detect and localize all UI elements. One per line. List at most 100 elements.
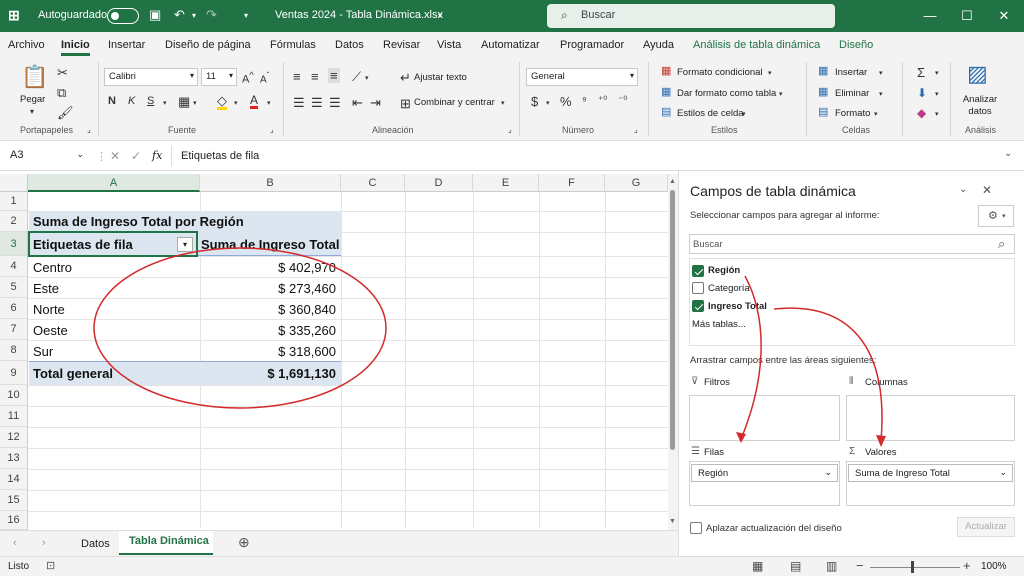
zoom-in-icon[interactable]: +: [963, 558, 971, 573]
save-icon[interactable]: ▣: [149, 7, 161, 23]
select-all-corner[interactable]: [0, 174, 28, 192]
fill-icon[interactable]: ⬇: [917, 87, 927, 99]
align-center-icon[interactable]: ☰: [311, 96, 323, 109]
chevron-down-icon[interactable]: ▾: [546, 100, 550, 107]
rows-field-pill[interactable]: Región ⌄: [691, 464, 838, 482]
scrollbar-thumb[interactable]: [670, 190, 675, 450]
tab-diseno-pagina[interactable]: Diseño de página: [165, 39, 251, 51]
column-header[interactable]: E: [473, 174, 539, 192]
decrease-decimal-icon[interactable]: ⁻⁰: [618, 96, 627, 106]
page-break-icon[interactable]: ▥: [826, 559, 837, 573]
search-box[interactable]: ⌕ Buscar: [547, 4, 835, 28]
font-size-select[interactable]: 11 ▾: [201, 68, 237, 86]
row-header[interactable]: 9: [0, 361, 28, 385]
chevron-down-icon[interactable]: ▾: [267, 100, 271, 107]
row-header[interactable]: 6: [0, 298, 28, 319]
rows-drop-area[interactable]: Región ⌄: [689, 461, 840, 506]
row-header[interactable]: 16: [0, 511, 28, 530]
close-icon[interactable]: ✕: [994, 8, 1014, 24]
vertical-scrollbar[interactable]: ▲ ▼: [668, 174, 678, 530]
comma-style-icon[interactable]: ⁹: [582, 96, 587, 107]
chevron-down-icon[interactable]: ▾: [879, 91, 883, 98]
align-top-icon[interactable]: ≡: [293, 70, 301, 83]
title-dropdown-icon[interactable]: ▾: [438, 11, 442, 20]
normal-view-icon[interactable]: ▦: [752, 559, 763, 573]
tab-diseno[interactable]: Diseño: [839, 39, 873, 51]
row-header[interactable]: 10: [0, 385, 28, 406]
font-launcher-icon[interactable]: ⌟: [270, 126, 274, 134]
column-header[interactable]: G: [605, 174, 668, 192]
row-header[interactable]: 15: [0, 490, 28, 511]
chevron-down-icon[interactable]: ▾: [779, 91, 783, 98]
analyze-data-icon[interactable]: ▨: [967, 63, 988, 85]
row-header[interactable]: 13: [0, 448, 28, 469]
fill-color-icon[interactable]: ◇: [217, 94, 227, 110]
percent-button[interactable]: %: [560, 95, 572, 108]
update-button[interactable]: Actualizar: [957, 517, 1015, 537]
scroll-down-icon[interactable]: ▼: [669, 518, 676, 525]
tab-revisar[interactable]: Revisar: [383, 39, 420, 51]
column-header[interactable]: C: [341, 174, 405, 192]
shrink-font-icon[interactable]: Aˇ: [260, 71, 269, 85]
conditional-format-button[interactable]: Formato condicional: [677, 67, 763, 78]
format-as-table-button[interactable]: Dar formato como tabla: [677, 88, 776, 99]
pivot-row-label[interactable]: Sur: [33, 344, 53, 359]
undo-dropdown-icon[interactable]: ▾: [192, 11, 196, 20]
paste-icon[interactable]: 📋: [21, 66, 48, 88]
merge-center-icon[interactable]: ⊞: [400, 97, 411, 110]
column-header[interactable]: F: [539, 174, 605, 192]
active-sheet-tab[interactable]: Tabla Dinámica: [119, 531, 213, 555]
undo-icon[interactable]: ↶: [174, 7, 185, 23]
spreadsheet-grid[interactable]: A B C D E F G 1 2 3 4 5 6 7 8 9 10 11 12…: [0, 174, 678, 530]
italic-button[interactable]: K: [128, 96, 135, 107]
cut-icon[interactable]: ✂: [57, 66, 68, 79]
borders-icon[interactable]: ▦: [178, 95, 190, 108]
format-cells-icon[interactable]: ▤: [818, 107, 828, 118]
tab-insertar[interactable]: Insertar: [108, 39, 145, 51]
tab-vista[interactable]: Vista: [437, 39, 461, 51]
cell-styles-button[interactable]: Estilos de celda: [677, 108, 744, 119]
maximize-icon[interactable]: ☐: [957, 8, 977, 24]
zoom-level[interactable]: 100%: [981, 561, 1007, 572]
pivot-row-label[interactable]: Norte: [33, 302, 65, 317]
number-format-select[interactable]: General ▾: [526, 68, 638, 86]
formula-content[interactable]: Etiquetas de fila: [181, 150, 259, 162]
customize-qat-icon[interactable]: ▾: [244, 11, 248, 20]
paste-label[interactable]: Pegar: [20, 94, 45, 105]
increase-indent-icon[interactable]: ⇥: [370, 96, 381, 109]
row-header[interactable]: 12: [0, 427, 28, 448]
add-sheet-icon[interactable]: ⊕: [238, 534, 250, 551]
conditional-format-icon[interactable]: ▦: [661, 66, 671, 77]
alignment-launcher-icon[interactable]: ⌟: [508, 126, 512, 134]
name-box[interactable]: A3 ⌄: [4, 146, 88, 166]
align-left-icon[interactable]: ☰: [293, 96, 305, 109]
redo-icon[interactable]: ↷: [206, 7, 217, 23]
tab-formulas[interactable]: Fórmulas: [270, 39, 316, 51]
minimize-icon[interactable]: —: [920, 8, 940, 23]
font-name-select[interactable]: Calibri ▾: [104, 68, 198, 86]
tab-automatizar[interactable]: Automatizar: [481, 39, 540, 51]
column-header[interactable]: B: [200, 174, 341, 192]
tab-ayuda[interactable]: Ayuda: [643, 39, 674, 51]
format-cells-button[interactable]: Formato: [835, 108, 870, 119]
row-header[interactable]: 1: [0, 192, 28, 211]
insert-cells-button[interactable]: Insertar: [835, 67, 867, 78]
chevron-down-icon[interactable]: ▾: [742, 111, 746, 118]
pivot-title[interactable]: Suma de Ingreso Total por Región: [33, 214, 244, 229]
chevron-down-icon[interactable]: ▾: [768, 70, 772, 77]
row-header[interactable]: 7: [0, 319, 28, 340]
autosave-toggle[interactable]: [107, 8, 139, 24]
values-drop-area[interactable]: Suma de Ingreso Total ⌄: [846, 461, 1015, 506]
align-right-icon[interactable]: ☰: [329, 96, 341, 109]
zoom-out-icon[interactable]: −: [856, 558, 864, 573]
scroll-up-icon[interactable]: ▲: [669, 178, 676, 185]
align-middle-icon[interactable]: ≡: [311, 70, 319, 83]
row-header[interactable]: 4: [0, 256, 28, 277]
enter-icon[interactable]: ✓: [131, 149, 141, 163]
prev-sheet-icon[interactable]: ‹: [13, 537, 17, 549]
increase-decimal-icon[interactable]: ⁺⁰: [598, 96, 607, 106]
pivot-row-label[interactable]: Este: [33, 281, 59, 296]
analyze-data-button[interactable]: Analizar datos: [962, 94, 998, 118]
row-header[interactable]: 8: [0, 340, 28, 361]
pivot-row-label[interactable]: Centro: [33, 260, 72, 275]
